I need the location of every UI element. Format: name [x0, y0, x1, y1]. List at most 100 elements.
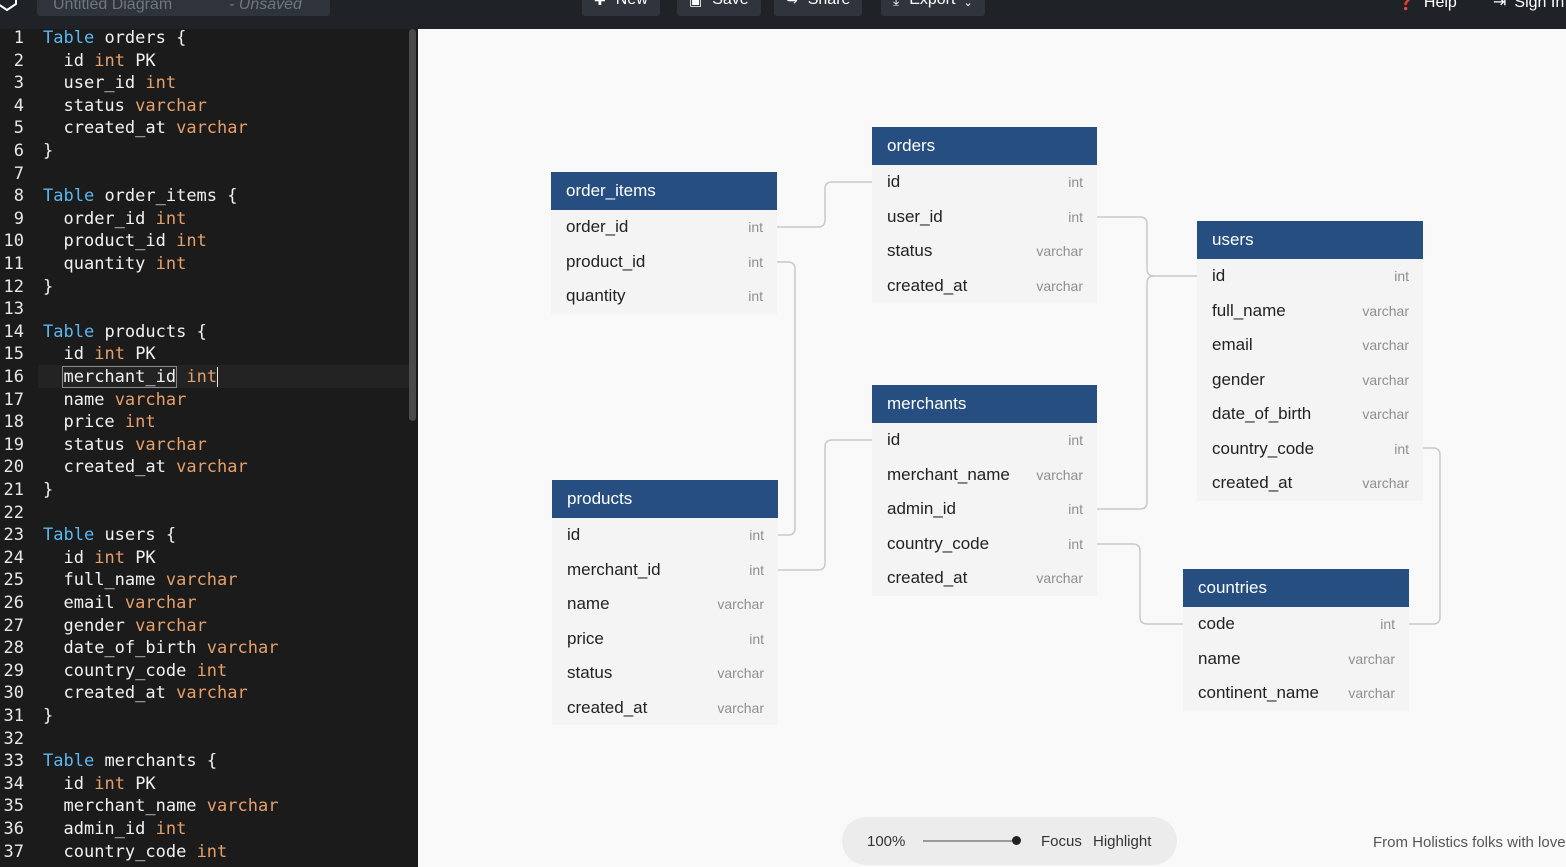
code-line[interactable]: full_name varchar	[43, 569, 237, 592]
code-line[interactable]: admin_id int	[43, 818, 186, 841]
code-token: users	[104, 525, 156, 546]
save-button[interactable]: ▣ Save	[677, 0, 761, 16]
sign-in-link[interactable]: ⇥ Sign In	[1493, 0, 1564, 12]
zoom-slider-handle[interactable]	[1012, 836, 1021, 845]
ref-products-merchants	[778, 439, 872, 571]
code-line[interactable]: merchant_name varchar	[43, 795, 278, 818]
table-header[interactable]: products	[552, 480, 778, 518]
code-line[interactable]: email varchar	[43, 592, 196, 615]
code-line[interactable]: }	[43, 479, 53, 502]
new-button[interactable]: ✚ New	[582, 0, 660, 16]
code-line[interactable]: order_id int	[43, 208, 186, 231]
code-line[interactable]: }	[43, 276, 53, 299]
type-token: int	[94, 547, 125, 568]
share-arrow-icon: ↪	[786, 0, 798, 8]
table-order-items[interactable]: order_items order_id int product_id int quant…	[551, 172, 777, 314]
diagram-title: Untitled Diagram	[53, 0, 173, 13]
code-line[interactable]: Table products {	[43, 321, 207, 344]
code-line[interactable]: Table order_items {	[43, 185, 238, 208]
table-field[interactable]: country_code int	[1197, 432, 1423, 467]
table-field[interactable]: date_of_birth varchar	[1197, 397, 1423, 432]
code-line[interactable]: date_of_birth varchar	[43, 637, 278, 660]
table-field[interactable]: full_name varchar	[1197, 294, 1423, 329]
code-token: products	[104, 321, 187, 342]
app-logo-icon[interactable]	[0, 0, 20, 12]
highlight-button[interactable]: Highlight	[1093, 833, 1151, 850]
code-line[interactable]: price int	[43, 411, 155, 434]
code-line[interactable]: id int PK	[43, 547, 155, 570]
table-field[interactable]: id int	[1197, 259, 1423, 294]
table-field[interactable]: created_at varchar	[872, 269, 1097, 304]
editor-scrollbar[interactable]	[409, 29, 416, 421]
focus-button[interactable]: Focus	[1041, 833, 1082, 850]
code-line[interactable]: country_code int	[43, 660, 227, 683]
table-field[interactable]: created_at varchar	[552, 691, 778, 726]
table-field[interactable]: gender varchar	[1197, 363, 1423, 398]
code-line[interactable]: name varchar	[43, 389, 186, 412]
table-field[interactable]: name varchar	[1183, 642, 1409, 677]
table-field[interactable]: price int	[552, 622, 778, 657]
table-field[interactable]: id int	[872, 165, 1097, 200]
code-line[interactable]: created_at varchar	[43, 682, 247, 705]
table-field[interactable]: status varchar	[872, 234, 1097, 269]
table-header[interactable]: merchants	[872, 385, 1097, 423]
code-line[interactable]: Table merchants {	[43, 750, 217, 773]
table-field[interactable]: quantity int	[551, 279, 777, 314]
table-users[interactable]: users id int full_name varchar email varchar ge…	[1197, 221, 1423, 501]
table-field[interactable]: continent_name varchar	[1183, 676, 1409, 711]
type-token: int	[94, 344, 125, 365]
table-products[interactable]: products id int merchant_id int name varchar pr…	[552, 480, 778, 725]
code-line[interactable]: created_at varchar	[43, 117, 247, 140]
code-line[interactable]: merchant_id int	[43, 366, 219, 389]
table-orders[interactable]: orders id int user_id int status varchar create…	[872, 127, 1097, 303]
zoom-slider[interactable]	[923, 840, 1017, 842]
code-line[interactable]: country_code int	[43, 841, 227, 864]
table-field[interactable]: user_id int	[872, 200, 1097, 235]
code-line[interactable]: Table orders {	[43, 29, 186, 50]
table-header[interactable]: orders	[872, 127, 1097, 165]
code-line[interactable]: gender varchar	[43, 615, 206, 638]
table-field[interactable]: status varchar	[552, 656, 778, 691]
table-field[interactable]: merchant_name varchar	[872, 458, 1097, 493]
code-line[interactable]: user_id int	[43, 72, 176, 95]
table-field[interactable]: email varchar	[1197, 328, 1423, 363]
table-header[interactable]: order_items	[551, 172, 777, 210]
code-token: name	[63, 389, 105, 410]
table-countries[interactable]: countries code int name varchar continent_nam…	[1183, 569, 1409, 711]
table-field[interactable]: order_id int	[551, 210, 777, 245]
code-line[interactable]: }	[43, 705, 53, 728]
table-field[interactable]: id int	[872, 423, 1097, 458]
diagram-title-field[interactable]: Untitled Diagram - Unsaved	[37, 0, 330, 16]
code-line[interactable]: id int PK	[43, 773, 155, 796]
type-token: int	[196, 660, 228, 681]
code-line[interactable]: quantity int	[43, 253, 186, 276]
table-field[interactable]: product_id int	[551, 245, 777, 280]
unsaved-indicator: - Unsaved	[229, 0, 302, 13]
table-field[interactable]: merchant_id int	[552, 553, 778, 588]
field-type: varchar	[1036, 570, 1083, 587]
diagram-canvas[interactable]: orders id int user_id int status varchar create…	[418, 29, 1566, 867]
table-field[interactable]: code int	[1183, 607, 1409, 642]
code-line[interactable]: status varchar	[43, 95, 206, 118]
table-field[interactable]: admin_id int	[872, 492, 1097, 527]
table-merchants[interactable]: merchants id int merchant_name varchar admin_…	[872, 385, 1097, 596]
table-field[interactable]: name varchar	[552, 587, 778, 622]
table-header[interactable]: countries	[1183, 569, 1409, 607]
code-token: {	[165, 525, 177, 546]
table-header[interactable]: users	[1197, 221, 1423, 259]
code-line[interactable]: product_id int	[43, 230, 206, 253]
table-field[interactable]: id int	[552, 518, 778, 553]
code-line[interactable]: status varchar	[43, 434, 206, 457]
export-button[interactable]: ⤓ Export ⌄	[881, 0, 985, 16]
code-line[interactable]: }	[43, 140, 53, 163]
code-editor[interactable]: 1 2 3 4 5 6 7 8 9 10 11 12 13 14 15 16 17 18 19 20 21 22 23 24 2…	[0, 29, 418, 867]
table-field[interactable]: country_code int	[872, 527, 1097, 562]
help-link[interactable]: ❓ Help	[1396, 0, 1457, 12]
code-line[interactable]: created_at varchar	[43, 456, 247, 479]
code-line[interactable]: id int PK	[43, 343, 155, 366]
table-field[interactable]: created_at varchar	[1197, 466, 1423, 501]
code-line[interactable]: Table users {	[43, 524, 176, 547]
code-line[interactable]: id int PK	[43, 50, 155, 73]
share-button[interactable]: ↪ Share	[774, 0, 863, 16]
table-field[interactable]: created_at varchar	[872, 561, 1097, 596]
